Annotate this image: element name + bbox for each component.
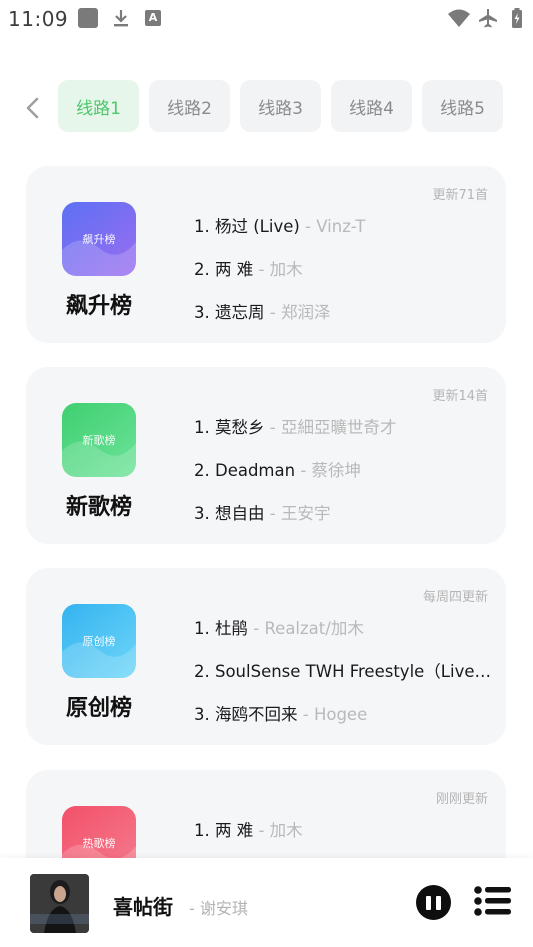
wifi-icon (447, 8, 471, 28)
cover-label: 原创榜 (82, 635, 116, 648)
song-item[interactable]: 3. 遗忘周 - 郑润泽 (194, 299, 496, 323)
status-bar: 11:09 A (0, 0, 533, 36)
mini-player[interactable]: 喜帖街 - 谢安琪 (0, 858, 533, 947)
chart-card-new[interactable]: 更新14首 新歌榜 新歌榜 1. 莫愁乡 - 亞細亞曠世奇才 2. Deadma… (26, 367, 506, 544)
song-title: 1. 杜鹃 (194, 619, 248, 638)
now-playing-artist: - 谢安琪 (189, 899, 248, 918)
song-title: 1. 莫愁乡 (194, 418, 265, 437)
chart-card-original[interactable]: 每周四更新 原创榜 原创榜 1. 杜鹃 - Realzat/加木 2. Soul… (26, 568, 506, 745)
chart-cover: 飙升榜 (62, 202, 136, 276)
song-artist: - 蔡徐坤 (295, 461, 362, 480)
song-title: 1. 两 难 (194, 821, 254, 840)
route-tabs: 线路1 线路2 线路3 线路4 线路5 (58, 80, 503, 132)
page: 11:09 A 线路1 线路2 线路3 线路4 线路5 更新71首 飙升榜 飙升… (0, 0, 533, 947)
tab-route-1[interactable]: 线路1 (58, 80, 139, 132)
tab-route-5[interactable]: 线路5 (422, 80, 503, 132)
song-item[interactable]: 3. 想自由 - 王安宇 (194, 500, 496, 524)
song-item[interactable]: 1. 杜鹃 - Realzat/加木 (194, 615, 496, 639)
album-cover-image[interactable] (30, 874, 89, 933)
chart-title: 飙升榜 (65, 294, 132, 319)
song-artist: - Vinz-T (299, 217, 366, 236)
song-artist: - Hogee (297, 705, 368, 724)
cover-label: 新歌榜 (82, 434, 116, 447)
song-item[interactable]: 1. 两 难 - 加木 (194, 817, 496, 841)
song-title: 3. 海鸥不回来 (194, 705, 298, 724)
song-title: 3. 遗忘周 (194, 303, 265, 322)
airplane-icon (478, 8, 498, 28)
chart-title: 原创榜 (65, 696, 132, 721)
song-artist: - Realzat/加木 (248, 619, 364, 638)
song-title: 2. 两 难 (194, 260, 254, 279)
song-artist: - 亞細亞曠世奇才 (264, 418, 397, 437)
pause-button[interactable] (416, 885, 451, 920)
update-badge: 刚刚更新 (435, 792, 488, 807)
chart-cover: 新歌榜 (62, 403, 136, 477)
album-art-icon (30, 874, 89, 933)
song-artist: - 郑润泽 (264, 303, 331, 322)
song-item[interactable]: 1. 莫愁乡 - 亞細亞曠世奇才 (194, 414, 496, 438)
song-artist: - 加木 (253, 260, 303, 279)
playlist-icon (474, 886, 511, 916)
back-button[interactable] (18, 92, 46, 124)
chart-card-soaring[interactable]: 更新71首 飙升榜 飙升榜 1. 杨过 (Live) - Vinz-T 2. 两… (26, 166, 506, 343)
playlist-button[interactable] (474, 886, 511, 916)
song-title: 2. Deadman (194, 461, 296, 480)
cover-label: 热歌榜 (82, 837, 116, 850)
cover-label: 飙升榜 (82, 233, 116, 246)
song-title: 2. SoulSense TWH Freestyle（Live）... (194, 662, 496, 681)
song-artist: - 王安宇 (264, 504, 331, 523)
chart-title: 新歌榜 (65, 495, 132, 520)
chart-cover: 原创榜 (62, 604, 136, 678)
tab-route-4[interactable]: 线路4 (331, 80, 412, 132)
battery-charging-icon (511, 8, 523, 28)
tab-route-3[interactable]: 线路3 (240, 80, 321, 132)
chevron-left-icon (26, 97, 39, 119)
now-playing-title: 喜帖街 (113, 895, 173, 919)
song-title: 1. 杨过 (Live) (194, 217, 300, 236)
song-item[interactable]: 2. Deadman - 蔡徐坤 (194, 457, 496, 481)
download-icon (111, 8, 131, 28)
pause-icon (436, 895, 441, 910)
pause-icon (426, 895, 431, 910)
song-item[interactable]: 2. SoulSense TWH Freestyle（Live）... (194, 658, 496, 682)
app-square-icon (78, 8, 98, 28)
song-item[interactable]: 1. 杨过 (Live) - Vinz-T (194, 213, 496, 237)
update-badge: 更新71首 (432, 188, 488, 203)
update-badge: 更新14首 (432, 389, 488, 404)
song-item[interactable]: 2. 两 难 - 加木 (194, 256, 496, 280)
update-badge: 每周四更新 (422, 590, 488, 605)
song-item[interactable]: 3. 海鸥不回来 - Hogee (194, 701, 496, 725)
song-title: 3. 想自由 (194, 504, 265, 523)
a-app-icon: A (145, 10, 161, 26)
status-time: 11:09 (8, 7, 69, 31)
song-artist: - 加木 (253, 821, 303, 840)
tab-route-2[interactable]: 线路2 (149, 80, 230, 132)
